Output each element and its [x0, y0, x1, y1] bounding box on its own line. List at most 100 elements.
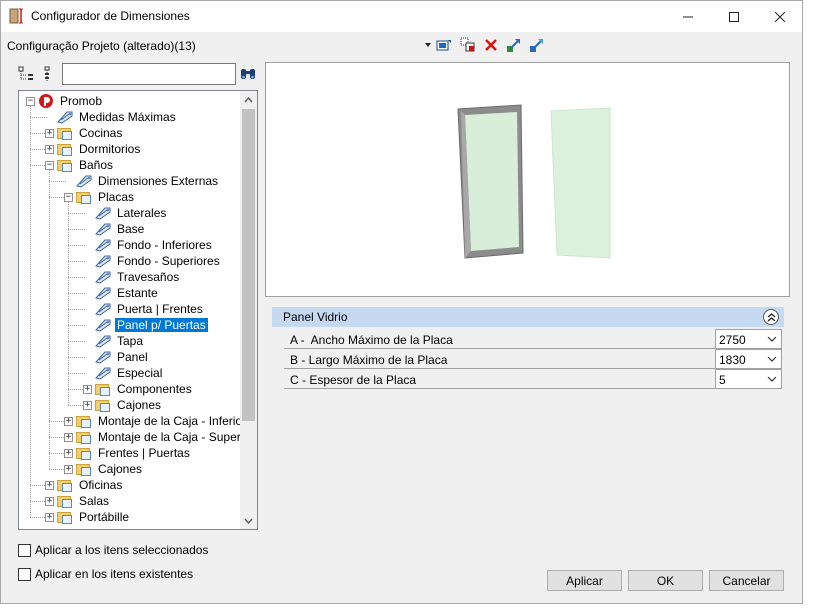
property-row-espesor: C - Espesor de la Placa 5: [284, 369, 782, 389]
panel-vidrio-header[interactable]: Panel Vidrio: [272, 307, 784, 327]
dimension-tag-icon: [95, 351, 111, 364]
tree-scrollbar[interactable]: [240, 91, 257, 529]
save-config-icon: [436, 40, 451, 51]
property-value: 1830: [719, 353, 746, 367]
expand-node-icon[interactable]: +: [83, 384, 92, 394]
export-config-button[interactable]: [529, 37, 545, 53]
tree-item-salas[interactable]: + Salas: [45, 493, 111, 509]
tree-item-placas[interactable]: − Placas: [64, 189, 136, 205]
delete-icon: [485, 39, 497, 51]
minimize-button[interactable]: [665, 1, 711, 32]
cancel-button[interactable]: Cancelar: [709, 570, 784, 591]
expand-node-icon[interactable]: +: [64, 416, 73, 426]
folder-icon: [76, 447, 92, 460]
scroll-thumb[interactable]: [242, 109, 255, 421]
expand-node-icon[interactable]: +: [64, 448, 73, 458]
expand-all-button[interactable]: [17, 65, 35, 83]
tree-item-panel[interactable]: Panel: [83, 349, 150, 365]
expand-node-icon[interactable]: +: [83, 400, 92, 410]
expand-node-icon[interactable]: +: [64, 464, 73, 474]
tree-item-dormitorios[interactable]: + Dormitorios: [45, 141, 142, 157]
dimension-tag-icon: [76, 175, 92, 188]
dimension-tag-icon: [95, 271, 111, 284]
espesor-select[interactable]: 5: [715, 369, 782, 389]
tree-item-medidas-maximas[interactable]: Medidas Máximas: [45, 109, 178, 125]
apply-button[interactable]: Aplicar: [547, 570, 622, 591]
expand-node-icon[interactable]: +: [45, 128, 54, 138]
tree-item-label: Oficinas: [79, 478, 123, 492]
tree-item-fondo-inferiores[interactable]: Fondo - Inferiores: [83, 237, 214, 253]
tree-item-tapa[interactable]: Tapa: [83, 333, 145, 349]
tree-search-input[interactable]: [62, 63, 236, 85]
tree-item-label: Medidas Máximas: [79, 110, 176, 124]
tree-item-panel-puertas[interactable]: Panel p/ Puertas: [83, 317, 208, 333]
import-config-button[interactable]: [506, 37, 522, 53]
collapse-node-icon[interactable]: −: [64, 192, 73, 202]
tree-item-estante[interactable]: Estante: [83, 285, 160, 301]
maximize-button[interactable]: [711, 1, 757, 32]
tree-item-cocinas[interactable]: + Cocinas: [45, 125, 124, 141]
collapse-all-button[interactable]: [39, 65, 57, 83]
tree-item-especial[interactable]: Especial: [83, 365, 164, 381]
apply-existing-checkbox[interactable]: [18, 567, 31, 581]
dimension-tag-icon: [95, 207, 111, 220]
tree-item-cajones-2[interactable]: + Cajones: [64, 461, 144, 477]
ancho-select[interactable]: 2750: [715, 329, 782, 349]
folder-document-shape: [62, 482, 72, 492]
expand-node-icon[interactable]: +: [64, 432, 73, 442]
tree-item-travesanos[interactable]: Travesaños: [83, 269, 181, 285]
expand-node-icon[interactable]: +: [45, 480, 54, 490]
tree-item-componentes[interactable]: + Componentes: [83, 381, 194, 397]
dialog-window: Configurador de Dimensiones Configuração…: [0, 0, 803, 604]
collapse-panel-button[interactable]: [763, 309, 779, 325]
property-row-largo: B - Largo Máximo de la Placa 1830: [284, 349, 782, 369]
expand-node-icon[interactable]: +: [45, 512, 54, 522]
scroll-down-button[interactable]: [240, 512, 257, 529]
collapse-node-icon[interactable]: −: [26, 96, 35, 106]
tree-item-oficinas[interactable]: + Oficinas: [45, 477, 124, 493]
tree-item-montaje-caja-inferior[interactable]: + Montaje de la Caja - Inferior: [64, 413, 248, 429]
expand-node-icon[interactable]: +: [45, 144, 54, 154]
3d-preview-viewport[interactable]: [265, 62, 790, 297]
chevron-down-icon: [244, 518, 253, 524]
apply-selected-option[interactable]: Aplicar a los itens seleccionados: [18, 542, 208, 558]
apply-existing-option[interactable]: Aplicar en los itens existentes: [18, 566, 193, 582]
property-value: 5: [719, 373, 726, 387]
tree-item-label: Tapa: [117, 334, 144, 348]
tree-item-frentes-puertas[interactable]: + Frentes | Puertas: [64, 445, 192, 461]
tree-item-label: Panel p/ Puertas: [115, 318, 208, 332]
scroll-up-button[interactable]: [240, 91, 257, 108]
tree-item-fondo-superiores[interactable]: Fondo - Superiores: [83, 253, 222, 269]
tree-item-cajones[interactable]: + Cajones: [83, 397, 163, 413]
search-button[interactable]: [239, 65, 257, 83]
tree-item-dimensiones-externas[interactable]: Dimensiones Externas: [64, 173, 220, 189]
tree-item-portabille[interactable]: + Portábille: [45, 509, 131, 525]
dimension-tag-icon: [95, 319, 111, 332]
promob-logo-icon: [39, 94, 53, 108]
save-config-button[interactable]: [436, 37, 452, 53]
apply-selected-checkbox[interactable]: [18, 543, 31, 557]
tree-item-laterales[interactable]: Laterales: [83, 205, 168, 221]
ok-button[interactable]: OK: [628, 570, 703, 591]
tree-item-label: Laterales: [117, 206, 167, 220]
configuration-tree[interactable]: − Promob Medidas Máximas + Cocinas + Dormitori…: [18, 90, 258, 530]
dimension-tag-icon: [95, 287, 111, 300]
tree-item-base[interactable]: Base: [83, 221, 146, 237]
close-button[interactable]: [757, 1, 803, 32]
property-value: 2750: [719, 333, 746, 347]
tree-item-banos[interactable]: − Baños: [45, 157, 115, 173]
delete-config-button[interactable]: [483, 37, 499, 53]
copy-config-button[interactable]: [460, 37, 476, 53]
largo-select[interactable]: 1830: [715, 349, 782, 369]
expand-node-icon[interactable]: +: [45, 496, 54, 506]
expand-tree-icon: [18, 66, 33, 80]
tree-item-promob[interactable]: − Promob: [26, 93, 104, 109]
folder-icon: [76, 463, 92, 476]
collapse-node-icon[interactable]: −: [45, 160, 54, 170]
config-dropdown-button[interactable]: [420, 37, 436, 53]
configuration-label: Configuração Projeto (alterado)(13): [7, 39, 196, 53]
tree-item-puerta-frentes[interactable]: Puerta | Frentes: [83, 301, 205, 317]
tree-item-montaje-caja-superior[interactable]: + Montaje de la Caja - Superior: [64, 429, 256, 445]
folder-document-shape: [81, 466, 91, 476]
import-icon: [507, 39, 520, 52]
